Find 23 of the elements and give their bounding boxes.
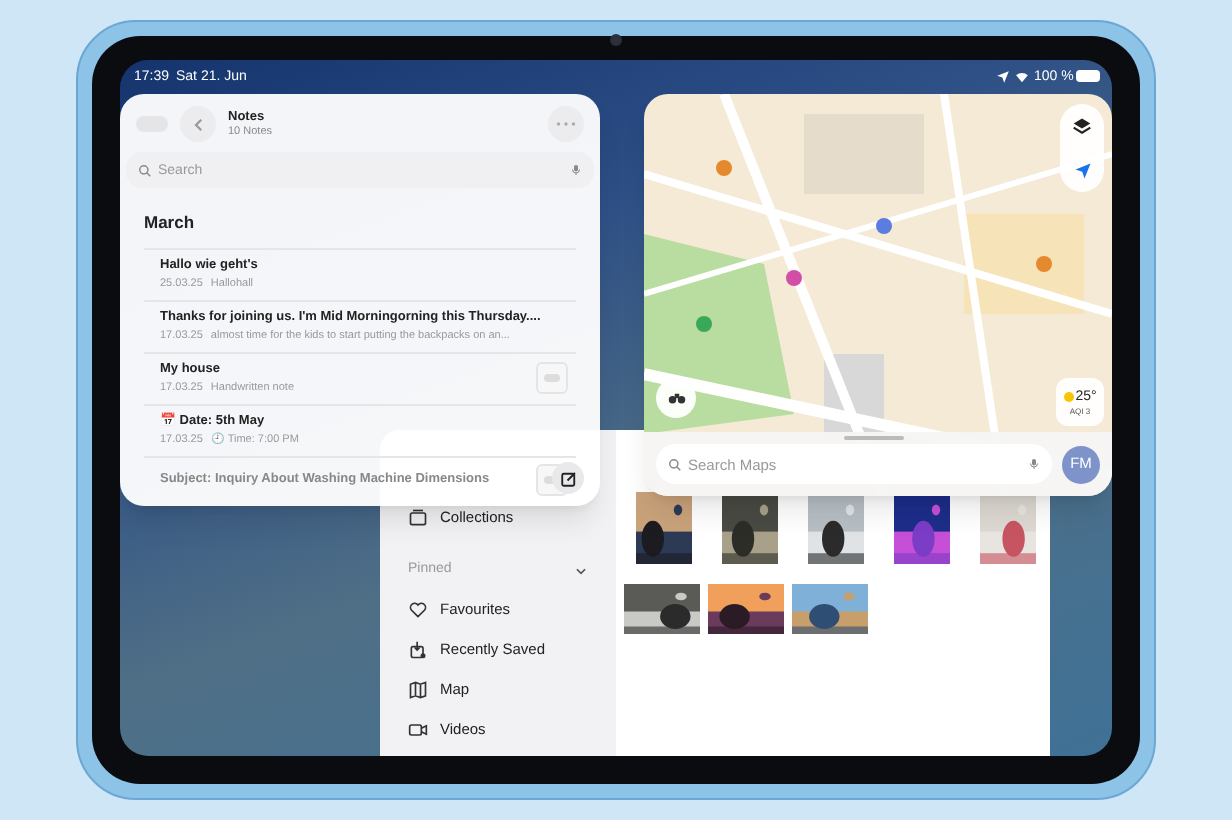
layers-icon[interactable] — [1072, 116, 1092, 137]
chevron-icon[interactable] — [574, 563, 588, 577]
search-icon — [138, 163, 152, 177]
battery-icon — [1076, 70, 1100, 82]
heart-icon — [408, 600, 428, 620]
wifi-icon — [1014, 70, 1030, 84]
compose-button[interactable] — [552, 462, 584, 494]
compose-icon — [559, 469, 577, 487]
binoculars-icon — [665, 389, 687, 407]
chevron-left-icon — [189, 115, 207, 133]
microphone-icon — [1028, 456, 1040, 472]
map-icon — [408, 680, 428, 700]
drag-handle[interactable] — [844, 436, 904, 440]
sun-icon — [1063, 392, 1074, 402]
section-header: March — [142, 210, 197, 236]
folder-icon — [408, 508, 428, 528]
download-icon — [408, 640, 428, 660]
location-arrow-icon[interactable] — [1073, 161, 1091, 180]
ellipsis-icon — [556, 120, 576, 128]
microphone-icon — [570, 162, 582, 178]
search-icon — [668, 457, 682, 471]
location-icon — [996, 70, 1010, 84]
video-camera-icon — [408, 720, 428, 740]
